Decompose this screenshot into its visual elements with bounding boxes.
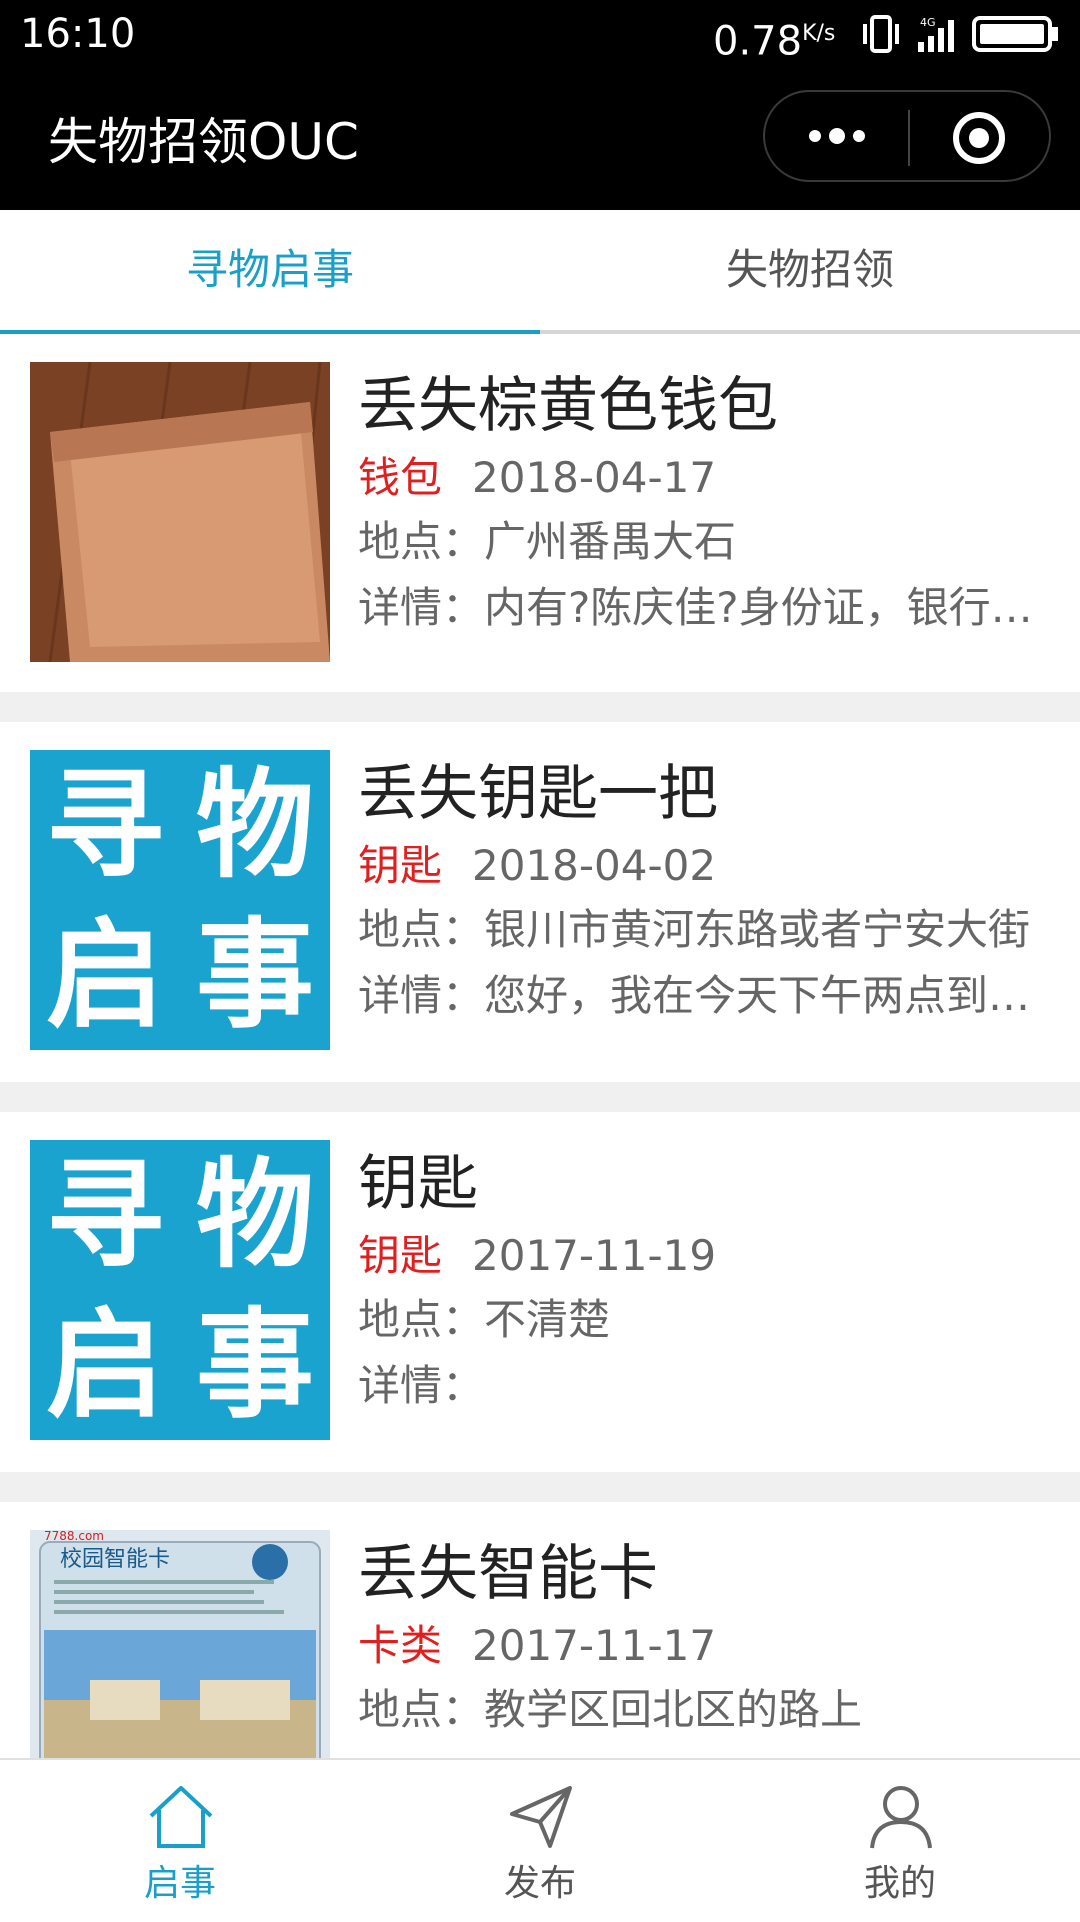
status-bar: 16:10 0.78K/s 4G	[0, 0, 1080, 70]
post-title: 丢失智能卡	[358, 1539, 658, 1609]
nav-label: 启事	[143, 1863, 216, 1904]
post-date: 2017-11-19	[472, 1231, 717, 1280]
post-meta: 钥匙 2018-04-02	[358, 840, 716, 892]
post-location: 地点：不清楚	[358, 1294, 610, 1346]
network-speed-value: 0.78	[713, 18, 803, 65]
details-label: 详情：	[358, 583, 485, 632]
tab-bar: 寻物启事 失物招领	[0, 210, 1080, 334]
nav-label: 发布	[503, 1863, 576, 1904]
poster-char: 事	[195, 906, 314, 1044]
vibrate-icon	[863, 15, 899, 53]
poster-char: 事	[195, 1296, 314, 1434]
post-date: 2018-04-17	[472, 453, 717, 502]
tab-found-items[interactable]: 失物招领	[540, 210, 1080, 330]
location-value: 银川市黄河东路或者宁安大街	[484, 905, 1031, 954]
post-meta: 钥匙 2017-11-19	[358, 1230, 716, 1282]
app-title-bar: 失物招领OUC	[0, 70, 1080, 210]
send-icon	[510, 1786, 572, 1848]
post-location: 地点：教学区回北区的路上	[358, 1684, 862, 1736]
card-photo-caption: 校园智能卡	[60, 1547, 170, 1572]
network-speed-unit: K/s	[802, 21, 836, 46]
post-details: 详情：内有?陈庆佳?身份证，银行卡等	[358, 582, 1058, 634]
location-value: 广州番禺大石	[484, 517, 737, 566]
details-label: 详情：	[358, 971, 485, 1020]
nav-item-mine[interactable]: 我的	[720, 1760, 1080, 1922]
post-location: 地点：广州番禺大石	[358, 516, 736, 568]
post-title: 钥匙	[358, 1149, 478, 1219]
network-speed: 0.78K/s	[713, 10, 835, 65]
post-date: 2017-11-17	[472, 1621, 717, 1670]
close-target-icon[interactable]	[951, 110, 1007, 166]
post-category: 卡类	[358, 1621, 443, 1670]
capsule-divider	[908, 110, 910, 166]
poster-char: 物	[195, 1146, 314, 1284]
post-card[interactable]: 寻 物 启 事 丢失钥匙一把 钥匙 2018-04-02 地点：银川市黄河东路或者…	[0, 722, 1080, 1082]
battery-icon	[972, 16, 1058, 52]
post-card[interactable]: 7788.com 校园智能卡 丢失智能卡 卡类 2017-11-17 地点：教学区…	[0, 1502, 1080, 1758]
nav-item-publish[interactable]: 发布	[360, 1760, 720, 1922]
network-type: 4G	[920, 16, 936, 29]
wallet-photo	[30, 362, 330, 662]
location-label: 地点：	[358, 1295, 485, 1344]
location-value: 教学区回北区的路上	[484, 1685, 863, 1734]
campus-card-photo: 7788.com 校园智能卡	[30, 1530, 330, 1758]
more-dots-icon[interactable]	[805, 116, 869, 156]
signal-icon: 4G	[918, 16, 954, 52]
nav-label: 我的	[863, 1863, 936, 1904]
poster-char: 物	[195, 756, 314, 894]
poster-char: 启	[45, 1296, 164, 1434]
home-icon	[149, 1786, 213, 1848]
post-category: 钥匙	[358, 841, 443, 890]
lost-notice-poster: 寻 物 启 事	[30, 750, 330, 1050]
post-category: 钥匙	[358, 1231, 443, 1280]
post-title: 丢失钥匙一把	[358, 759, 718, 829]
poster-char: 启	[45, 906, 164, 1044]
tab-lost-notices[interactable]: 寻物启事	[0, 210, 540, 334]
post-meta: 卡类 2017-11-17	[358, 1620, 716, 1672]
details-value: 内有?陈庆佳?身份证，银行卡等	[484, 583, 1058, 632]
poster-char: 寻	[45, 1146, 164, 1284]
post-details: 详情：	[358, 1360, 1058, 1412]
status-time: 16:10	[20, 11, 136, 57]
lost-notice-poster: 寻 物 启 事	[30, 1140, 330, 1440]
location-value: 不清楚	[484, 1295, 611, 1344]
post-date: 2018-04-02	[472, 841, 717, 890]
post-details: 详情：您好，我在今天下午两点到三点	[358, 970, 1058, 1022]
wallet-image	[30, 362, 330, 662]
post-card[interactable]: 丢失棕黄色钱包 钱包 2018-04-17 地点：广州番禺大石 详情：内有?陈庆佳…	[0, 334, 1080, 692]
post-category: 钱包	[358, 453, 443, 502]
location-label: 地点：	[358, 905, 485, 954]
location-label: 地点：	[358, 1685, 485, 1734]
post-card[interactable]: 寻 物 启 事 钥匙 钥匙 2017-11-19 地点：不清楚 详情：	[0, 1112, 1080, 1472]
poster-char: 寻	[45, 756, 164, 894]
nav-item-notices[interactable]: 启事	[0, 1760, 360, 1922]
card-photo-site: 7788.com	[44, 1530, 104, 1543]
details-label: 详情：	[358, 1361, 485, 1410]
campus-card-image: 7788.com 校园智能卡	[30, 1530, 330, 1758]
user-icon	[870, 1786, 932, 1849]
post-meta: 钱包 2018-04-17	[358, 452, 716, 504]
status-icons: 4G	[863, 15, 1058, 53]
location-label: 地点：	[358, 517, 485, 566]
post-title: 丢失棕黄色钱包	[358, 371, 778, 441]
details-value: 您好，我在今天下午两点到三点	[484, 971, 1058, 1020]
mini-program-capsule	[763, 90, 1051, 182]
bottom-nav: 启事 发布 我的	[0, 1758, 1080, 1922]
post-location: 地点：银川市黄河东路或者宁安大街	[358, 904, 1030, 956]
app-title: 失物招领OUC	[48, 113, 359, 171]
